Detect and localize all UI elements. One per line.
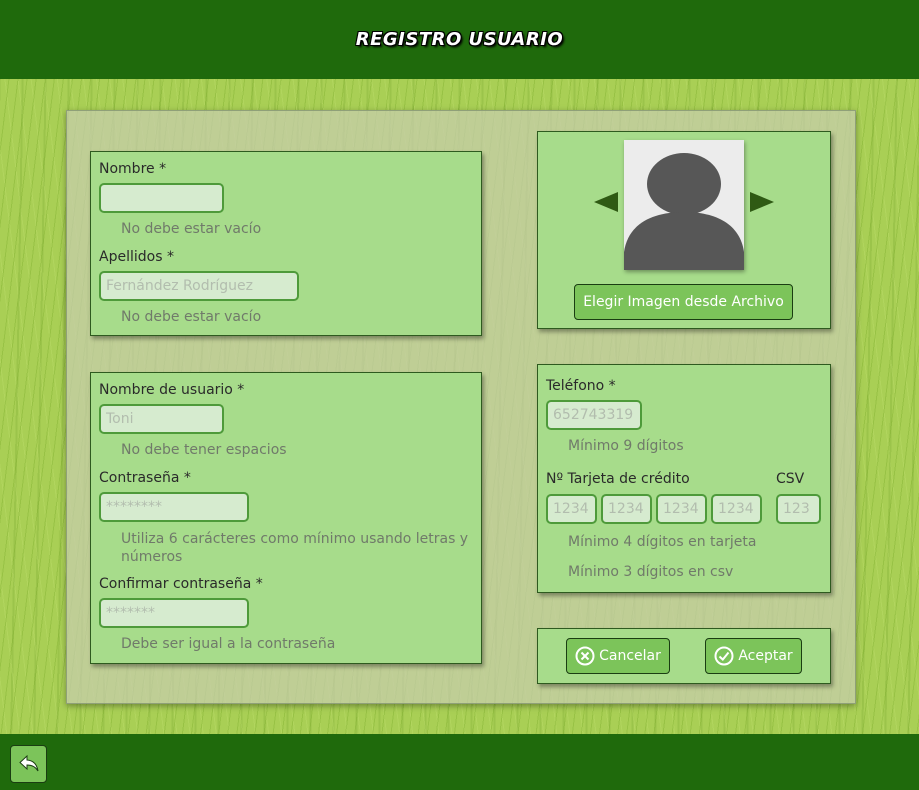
- apellidos-label: Apellidos *: [99, 249, 174, 265]
- telefono-label: Teléfono *: [546, 378, 616, 394]
- page-title: REGISTRO USUARIO: [355, 29, 564, 50]
- tarjeta-label: Nº Tarjeta de crédito: [546, 471, 690, 487]
- password-hint: Utiliza 6 carácteres como mínimo usando …: [121, 531, 469, 565]
- confirm-password-label: Confirmar contraseña *: [99, 576, 263, 592]
- footer-bar: [0, 734, 919, 790]
- next-image-arrow-icon[interactable]: [750, 192, 774, 216]
- card-field-1[interactable]: [546, 494, 597, 524]
- cancel-button[interactable]: Cancelar: [566, 638, 670, 674]
- card-field-2[interactable]: [601, 494, 652, 524]
- nombre-hint: No debe estar vacío: [121, 221, 262, 237]
- prev-image-arrow-icon[interactable]: [594, 192, 618, 216]
- csv-hint: Mínimo 3 dígitos en csv: [568, 564, 734, 580]
- usuario-hint: No debe tener espacios: [121, 442, 287, 458]
- nombre-field[interactable]: [99, 183, 224, 213]
- password-field[interactable]: [99, 492, 249, 522]
- cancel-label: Cancelar: [599, 648, 661, 664]
- profile-image-section: Elegir Imagen desde Archivo: [537, 131, 831, 329]
- header-bar: REGISTRO USUARIO: [0, 0, 919, 79]
- confirm-password-hint: Debe ser igual a la contraseña: [121, 636, 336, 652]
- csv-label: CSV: [776, 471, 805, 487]
- accept-label: Aceptar: [738, 648, 793, 664]
- actions-section: Cancelar Aceptar: [537, 628, 831, 684]
- choose-image-label: Elegir Imagen desde Archivo: [583, 294, 784, 310]
- apellidos-field[interactable]: [99, 271, 299, 301]
- csv-field[interactable]: [776, 494, 821, 524]
- usuario-field[interactable]: [99, 404, 224, 434]
- confirm-password-field[interactable]: [99, 598, 249, 628]
- circle-check-icon: [714, 646, 734, 666]
- circle-x-icon: [575, 646, 595, 666]
- card-field-4[interactable]: [711, 494, 762, 524]
- telefono-field[interactable]: [546, 400, 642, 430]
- back-arrow-icon: [17, 752, 41, 776]
- account-section: Nombre de usuario * No debe tener espaci…: [90, 372, 482, 664]
- accept-button[interactable]: Aceptar: [705, 638, 802, 674]
- card-field-3[interactable]: [656, 494, 707, 524]
- apellidos-hint: No debe estar vacío: [121, 309, 262, 325]
- avatar: [624, 140, 744, 270]
- contact-payment-section: Teléfono * Mínimo 9 dígitos Nº Tarjeta d…: [537, 364, 831, 593]
- telefono-hint: Mínimo 9 dígitos: [568, 438, 684, 454]
- choose-image-button[interactable]: Elegir Imagen desde Archivo: [574, 284, 793, 320]
- tarjeta-hint: Mínimo 4 dígitos en tarjeta: [568, 534, 757, 550]
- password-label: Contraseña *: [99, 470, 191, 486]
- registration-form-panel: Nombre * No debe estar vacío Apellidos *…: [66, 110, 856, 704]
- usuario-label: Nombre de usuario *: [99, 382, 245, 398]
- personal-data-section: Nombre * No debe estar vacío Apellidos *…: [90, 151, 482, 336]
- back-button[interactable]: [10, 745, 47, 783]
- nombre-label: Nombre *: [99, 161, 167, 177]
